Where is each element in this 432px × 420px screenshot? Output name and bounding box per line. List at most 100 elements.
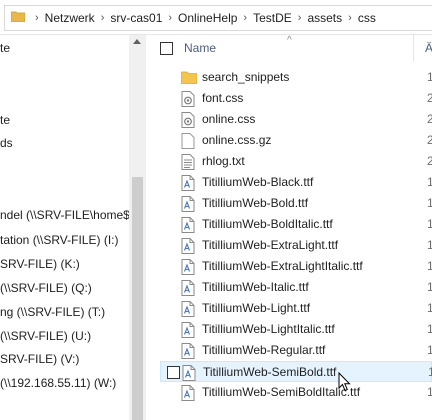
file-name[interactable]: rhlog.txt xyxy=(202,154,245,168)
file-row[interactable]: online.css.gz 2 xyxy=(160,130,432,151)
file-date: 1 xyxy=(427,322,432,336)
file-date: 2 xyxy=(427,112,432,126)
gz-file-icon xyxy=(181,133,195,149)
file-row[interactable]: font.css 2 xyxy=(160,88,432,109)
file-name[interactable]: online.css xyxy=(202,112,255,126)
file-row[interactable]: TitilliumWeb-BoldItalic.ttf 1 xyxy=(160,214,432,235)
nav-item[interactable]: SRV-FILE) (K:) xyxy=(0,255,80,273)
nav-item[interactable]: (\\192.168.55.11) (W:) xyxy=(0,374,116,392)
file-row[interactable]: TitilliumWeb-Italic.ttf 1 xyxy=(160,277,432,298)
nav-item[interactable]: (\\SRV-FILE) (Q:) xyxy=(0,279,92,297)
sort-ascending-icon: ^ xyxy=(287,35,292,46)
breadcrumb-item[interactable]: Netzwerk xyxy=(45,11,95,25)
nav-item[interactable]: SRV-FILE) (V:) xyxy=(0,350,79,368)
mouse-cursor-icon xyxy=(338,372,351,392)
file-row[interactable]: TitilliumWeb-SemiBold.ttf 1 xyxy=(160,361,432,382)
file-name[interactable]: TitilliumWeb-SemiBoldItalic.ttf xyxy=(202,385,360,399)
file-date: 1 xyxy=(427,301,432,315)
file-row[interactable]: TitilliumWeb-ExtraLight.ttf 1 xyxy=(160,235,432,256)
breadcrumb-separator-icon[interactable]: › xyxy=(95,12,111,24)
file-name[interactable]: TitilliumWeb-Black.ttf xyxy=(202,175,313,189)
file-row[interactable]: TitilliumWeb-ExtraLightItalic.ttf 1 xyxy=(160,256,432,277)
file-row[interactable]: TitilliumWeb-Regular.ttf 1 xyxy=(160,340,432,361)
nav-item[interactable]: (\\SRV-FILE) (U:) xyxy=(0,327,91,345)
file-row[interactable]: TitilliumWeb-LightItalic.ttf 1 xyxy=(160,319,432,340)
file-name[interactable]: search_snippets xyxy=(202,70,289,84)
ttf-file-icon xyxy=(181,301,195,317)
file-row[interactable]: rhlog.txt 2 xyxy=(160,151,432,172)
nav-scrollbar[interactable] xyxy=(129,35,146,420)
ttf-file-icon xyxy=(181,238,195,254)
file-name[interactable]: font.css xyxy=(202,91,243,105)
css-file-icon xyxy=(181,91,195,107)
breadcrumb-separator-icon[interactable]: › xyxy=(292,12,308,24)
breadcrumb-separator-icon[interactable]: › xyxy=(342,12,358,24)
row-checkbox[interactable] xyxy=(167,366,180,379)
folder-icon xyxy=(180,70,198,85)
ttf-file-icon xyxy=(182,365,196,381)
file-name[interactable]: TitilliumWeb-Bold.ttf xyxy=(202,196,308,210)
nav-item[interactable]: te xyxy=(0,111,10,129)
file-date: 1 xyxy=(427,238,432,252)
column-header: Name ^ Ä xyxy=(146,35,432,61)
ttf-file-icon xyxy=(181,385,195,401)
column-divider[interactable] xyxy=(413,35,414,61)
nav-scrollbar-thumb[interactable] xyxy=(132,177,143,420)
file-name[interactable]: TitilliumWeb-LightItalic.ttf xyxy=(202,322,335,336)
file-date: 1 xyxy=(427,217,432,231)
file-row[interactable]: TitilliumWeb-SemiBoldItalic.ttf 1 xyxy=(160,382,432,403)
select-all-checkbox[interactable] xyxy=(160,42,173,55)
file-date: 1 xyxy=(427,70,432,84)
ttf-file-icon xyxy=(181,322,195,338)
file-name[interactable]: TitilliumWeb-Italic.ttf xyxy=(202,280,309,294)
nav-item[interactable]: te xyxy=(0,39,10,57)
file-name[interactable]: TitilliumWeb-ExtraLight.ttf xyxy=(202,238,338,252)
file-name[interactable]: TitilliumWeb-Regular.ttf xyxy=(202,343,325,357)
file-name[interactable]: TitilliumWeb-Light.ttf xyxy=(202,301,310,315)
file-date: 2 xyxy=(427,91,432,105)
nav-item[interactable]: ng (\\SRV-FILE) (T:) xyxy=(0,303,105,321)
breadcrumb-item[interactable]: assets xyxy=(307,11,342,25)
navigation-pane[interactable]: te te ds ndel (\\SRV-FILE\home$) tation (\\S… xyxy=(0,35,143,420)
file-name[interactable]: TitilliumWeb-ExtraLightItalic.ttf xyxy=(202,259,363,273)
breadcrumb[interactable]: › Netzwerk › srv-cas01 › OnlineHelp › TestDE › as… xyxy=(4,5,432,31)
file-date: 1 xyxy=(427,343,432,357)
breadcrumb-separator-icon[interactable]: › xyxy=(162,12,178,24)
breadcrumb-separator-icon[interactable]: › xyxy=(29,12,45,24)
txt-file-icon xyxy=(181,154,195,170)
ttf-file-icon xyxy=(181,280,195,296)
breadcrumb-item[interactable]: srv-cas01 xyxy=(110,11,162,25)
nav-item[interactable]: ds xyxy=(0,134,13,152)
file-name[interactable]: TitilliumWeb-BoldItalic.ttf xyxy=(202,217,333,231)
ttf-file-icon xyxy=(181,175,195,191)
css-file-icon xyxy=(181,112,195,128)
column-header-date[interactable]: Ä xyxy=(425,41,432,55)
file-date: 1 xyxy=(427,259,432,273)
file-date: 2 xyxy=(427,154,432,168)
nav-item[interactable]: tation (\\SRV-FILE) (I:) xyxy=(0,231,118,249)
file-row[interactable]: search_snippets 1 xyxy=(160,67,432,88)
breadcrumb-item[interactable]: TestDE xyxy=(253,11,292,25)
file-name[interactable]: online.css.gz xyxy=(202,133,271,147)
file-row[interactable]: TitilliumWeb-Bold.ttf 1 xyxy=(160,193,432,214)
breadcrumb-item[interactable]: css xyxy=(358,11,376,25)
file-row[interactable]: TitilliumWeb-Light.ttf 1 xyxy=(160,298,432,319)
folder-icon xyxy=(11,11,25,22)
breadcrumb-separator-icon[interactable]: › xyxy=(237,12,253,24)
breadcrumb-item[interactable]: OnlineHelp xyxy=(178,11,237,25)
address-bar[interactable]: › Netzwerk › srv-cas01 › OnlineHelp › TestDE › as… xyxy=(0,0,432,35)
column-header-name[interactable]: Name xyxy=(184,41,216,55)
file-date: 1 xyxy=(427,196,432,210)
file-date: 1 xyxy=(427,280,432,294)
ttf-file-icon xyxy=(181,259,195,275)
scroll-up-arrow-icon[interactable] xyxy=(133,39,141,44)
ttf-file-icon xyxy=(181,343,195,359)
nav-item[interactable]: ndel (\\SRV-FILE\home$) xyxy=(0,206,134,224)
file-name[interactable]: TitilliumWeb-SemiBold.ttf xyxy=(203,365,336,379)
file-date: 1 xyxy=(428,365,432,379)
file-date: 1 xyxy=(427,175,432,189)
file-date: 2 xyxy=(427,133,432,147)
file-row[interactable]: online.css 2 xyxy=(160,109,432,130)
file-row[interactable]: TitilliumWeb-Black.ttf 1 xyxy=(160,172,432,193)
breadcrumb-trail: › Netzwerk › srv-cas01 › OnlineHelp › TestDE › as… xyxy=(29,6,376,30)
